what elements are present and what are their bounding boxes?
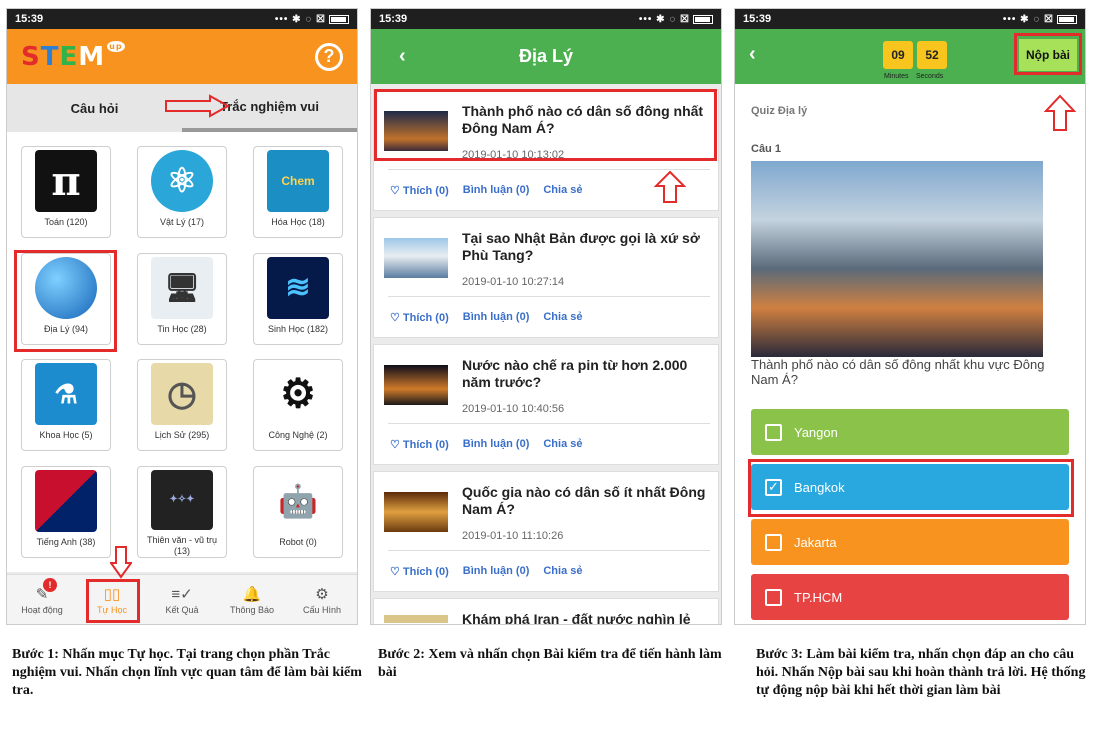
battery-icon (1057, 14, 1077, 24)
nav-notifications[interactable]: 🔔 Thông Báo (217, 575, 287, 624)
quiz-card[interactable]: Quốc gia nào có dân số ít nhất Đông Nam … (373, 471, 719, 592)
gears-icon: ⚙ (267, 363, 329, 425)
checkbox-icon (765, 533, 782, 551)
page-title: Địa Lý (518, 46, 574, 66)
quiz-thumbnail (384, 365, 448, 405)
quiz-thumbnail (384, 492, 448, 532)
tab-questions[interactable]: Câu hỏi (7, 84, 182, 132)
arrow-up-icon (1044, 94, 1076, 131)
quiz-card[interactable]: Khám phá Iran - đất nước nghìn lẻ một (373, 598, 719, 624)
share-button[interactable]: Chia sẻ (543, 184, 582, 197)
question-image (751, 161, 1043, 357)
science-globe-icon: ⚗ (35, 363, 97, 425)
quiz-title: Quiz Địa lý (751, 105, 808, 117)
subject-english[interactable]: Tiếng Anh (38) (21, 465, 111, 558)
screen-quiz: 15:39 ••• ✱ ◌ ☒ ‹ 09 Minutes 52 Seconds … (734, 8, 1086, 625)
pi-icon: π (35, 150, 97, 212)
share-button[interactable]: Chia sẻ (543, 565, 582, 578)
highlight-submit (1014, 33, 1082, 75)
bell-icon: 🔔 (242, 585, 262, 603)
nav-settings[interactable]: ⚙ Cấu Hình (287, 575, 357, 624)
subject-chemistry[interactable]: Chem Hóa Học (18) (253, 146, 343, 238)
flag-icon (35, 469, 97, 532)
clock-scroll-icon: ◷ (151, 363, 213, 425)
comment-button[interactable]: Bình luận (0) (463, 565, 530, 578)
subject-history[interactable]: ◷ Lịch Sử (295) (137, 359, 227, 451)
highlight-first-quiz (374, 89, 717, 161)
bottom-nav: ✎ Hoạt động! ▯▯ Tự Học ≡✓ Kết Quả 🔔 Thông Bá… (7, 574, 357, 624)
arrow-right-icon (165, 94, 230, 118)
subject-math[interactable]: π Toán (120) (21, 146, 111, 238)
app-header: ‹ Địa Lý (371, 29, 721, 84)
comment-button[interactable]: Bình luận (0) (463, 438, 530, 451)
status-bar: 15:39 ••• ✱ ◌ ☒ (7, 9, 357, 29)
highlight-geography (14, 250, 117, 352)
quiz-thumbnail (384, 238, 448, 278)
share-button[interactable]: Chia sẻ (543, 311, 582, 324)
option-tphcm[interactable]: TP.HCM (751, 574, 1069, 620)
battery-icon (693, 14, 713, 24)
subject-robot[interactable]: 🤖 Robot (0) (253, 465, 343, 558)
arrow-down-icon (110, 546, 132, 579)
like-button[interactable]: ♡ Thích (0) (390, 311, 449, 324)
comment-button[interactable]: Bình luận (0) (463, 184, 530, 197)
like-button[interactable]: ♡ Thích (0) (390, 438, 449, 451)
comment-button[interactable]: Bình luận (0) (463, 311, 530, 324)
question-text: Thành phố nào có dân số đông nhất khu vự… (751, 357, 1045, 387)
back-icon[interactable]: ‹ (749, 43, 756, 66)
subject-astronomy[interactable]: ✦✧✦ Thiên văn - vũ trụ (13) (137, 465, 227, 558)
universe-icon: ✦✧✦ (151, 469, 213, 530)
chemistry-icon: Chem (267, 150, 329, 212)
gear-icon: ⚙ (315, 585, 329, 603)
quiz-thumbnail (384, 615, 448, 623)
nav-results[interactable]: ≡✓ Kết Quả (147, 575, 217, 624)
caption-step2: Bước 2: Xem và nhấn chọn Bài kiểm tra để… (378, 647, 722, 680)
subject-grid: π Toán (120) ⚛ Vật Lý (17) Chem Hóa Học (18… (7, 132, 357, 572)
highlight-answer (748, 459, 1074, 517)
quiz-card[interactable]: Nước nào chế ra pin từ hơn 2.000 năm trư… (373, 344, 719, 465)
highlight-self-study (86, 579, 140, 623)
timer-minutes: 09 (883, 41, 913, 69)
status-bar: 15:39 ••• ✱ ◌ ☒ (371, 9, 721, 29)
back-icon[interactable]: ‹ (399, 45, 406, 68)
atom-icon: ⚛ (151, 150, 213, 212)
caption-step3: Bước 3: Làm bài kiểm tra, nhấn chọn đáp … (756, 647, 1086, 698)
dna-icon: ≋ (267, 256, 329, 319)
subject-biology[interactable]: ≋ Sinh Học (182) (253, 252, 343, 345)
checkbox-icon (765, 423, 782, 441)
battery-icon (329, 14, 349, 24)
subject-physics[interactable]: ⚛ Vật Lý (17) (137, 146, 227, 238)
option-jakarta[interactable]: Jakarta (751, 519, 1069, 565)
like-button[interactable]: ♡ Thích (0) (390, 184, 449, 197)
nav-activity[interactable]: ✎ Hoạt động! (7, 575, 77, 624)
notification-badge: ! (43, 578, 57, 592)
status-icons: ••• ✱ ◌ ☒ (275, 14, 349, 25)
robot-icon: 🤖 (267, 469, 329, 532)
status-time: 15:39 (15, 13, 44, 25)
subject-science[interactable]: ⚗ Khoa Học (5) (21, 359, 111, 451)
app-header: STEM up ? (7, 29, 357, 84)
quiz-card[interactable]: Tại sao Nhật Bản được gọi là xứ sở Phù T… (373, 217, 719, 338)
checkbox-icon (765, 588, 782, 606)
results-icon: ≡✓ (171, 585, 193, 603)
caption-step1: Bước 1: Nhấn mục Tự học. Tại trang chọn … (12, 647, 362, 698)
arrow-up-icon (654, 170, 686, 203)
option-yangon[interactable]: Yangon (751, 409, 1069, 455)
question-circle-icon[interactable]: ? (315, 42, 343, 71)
question-number: Câu 1 (751, 143, 781, 155)
timer-seconds: 52 (917, 41, 947, 69)
status-bar: 15:39 ••• ✱ ◌ ☒ (735, 9, 1085, 29)
stem-logo: STEM up (21, 40, 125, 72)
like-button[interactable]: ♡ Thích (0) (390, 565, 449, 578)
computer-icon: 🖥 (151, 256, 213, 319)
subject-informatics[interactable]: 🖥 Tin Học (28) (137, 252, 227, 345)
share-button[interactable]: Chia sẻ (543, 438, 582, 451)
subject-technology[interactable]: ⚙ Công Nghệ (2) (253, 359, 343, 451)
